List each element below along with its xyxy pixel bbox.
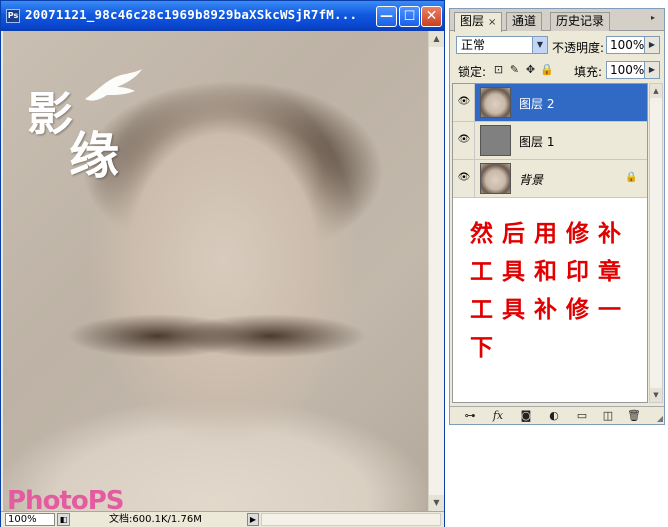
watermark-char: 影	[27, 87, 73, 141]
scroll-down-arrow-icon[interactable]: ▼	[650, 388, 662, 402]
fill-value: 100%	[610, 63, 645, 77]
photops-brand-text: PhotoPS	[7, 486, 124, 511]
blend-mode-select[interactable]: 正常 ▼	[456, 36, 548, 54]
photops-watermark: PhotoPS	[7, 486, 124, 511]
layer-row-layer1[interactable]: 👁 图层 1	[453, 122, 647, 160]
annotation-line: 工具补修一	[470, 296, 630, 323]
tab-history[interactable]: 历史记录	[550, 12, 611, 31]
close-button[interactable]: ✕	[421, 6, 442, 27]
fill-slider-arrow-icon[interactable]: ▶	[644, 62, 659, 78]
chevron-down-icon[interactable]: ▼	[532, 37, 547, 53]
navigator-icon[interactable]: ◧	[57, 513, 70, 526]
adjustment-icon[interactable]: ◐	[546, 409, 562, 423]
palette-menu-icon[interactable]: ▸	[646, 13, 660, 25]
group-folder-icon[interactable]: ▭	[574, 409, 590, 423]
lock-transparent-icon[interactable]: ⊡	[492, 63, 505, 76]
layer-row-layer2[interactable]: 👁 图层 2	[453, 84, 647, 122]
watermark-char: 缘	[69, 126, 119, 185]
tab-close-icon[interactable]: ×	[488, 17, 496, 28]
mask-icon[interactable]: ◙	[518, 409, 534, 423]
visibility-toggle[interactable]: 👁	[453, 160, 475, 197]
eye-icon[interactable]: 👁	[457, 172, 471, 184]
annotation-line: 工具和印章	[470, 258, 630, 285]
opacity-field[interactable]: 100% ▶	[606, 36, 660, 54]
layer-lock-icon: 🔒	[625, 172, 638, 183]
watermark-logo: 影 缘	[23, 69, 143, 201]
lock-all-icon[interactable]: 🔒	[540, 63, 554, 76]
fill-label: 填充:	[574, 65, 603, 79]
fx-icon[interactable]: fx	[490, 409, 506, 423]
horizontal-scrollbar[interactable]	[261, 513, 441, 526]
resize-grip-icon[interactable]: ◢	[657, 414, 663, 423]
new-layer-icon[interactable]: ◫	[600, 409, 616, 423]
lock-fill-row: 锁定: ⊡ ✎ ✥ 🔒 填充: 100% ▶	[450, 59, 664, 81]
lock-move-icon[interactable]: ✥	[524, 63, 537, 76]
layer-thumbnail	[480, 163, 511, 194]
visibility-toggle[interactable]: 👁	[453, 84, 475, 121]
layer-name[interactable]: 图层 1	[519, 133, 554, 150]
annotation-line: 下	[470, 334, 502, 361]
layers-scrollbar[interactable]: ▲ ▼	[649, 83, 663, 403]
image-canvas[interactable]: 影 缘 PhotoPS	[3, 31, 428, 511]
tab-channels[interactable]: 通道	[506, 12, 543, 31]
tab-layers[interactable]: 图层 ×	[454, 12, 503, 32]
opacity-slider-arrow-icon[interactable]: ▶	[644, 37, 659, 53]
blend-mode-value: 正常	[461, 38, 486, 52]
document-info-text: 文档:600.1K/1.76M	[109, 514, 202, 525]
layer-thumbnail	[480, 87, 511, 118]
fill-field[interactable]: 100% ▶	[606, 61, 660, 79]
blend-opacity-row: 正常 ▼ 不透明度: 100% ▶	[450, 33, 664, 57]
scroll-up-arrow-icon[interactable]: ▲	[429, 31, 444, 47]
eye-icon[interactable]: 👁	[457, 96, 471, 108]
photoshop-doc-icon[interactable]: Ps	[6, 9, 20, 23]
trash-icon[interactable]: 🗑	[626, 409, 642, 423]
palette-tabs: 图层 × 通道 历史记录 ▸	[450, 9, 664, 32]
eye-icon[interactable]: 👁	[457, 134, 471, 146]
dove-icon	[85, 69, 142, 101]
opacity-value: 100%	[610, 38, 645, 52]
visibility-toggle[interactable]: 👁	[453, 122, 475, 159]
tab-layers-label: 图层	[460, 14, 485, 28]
layer-name[interactable]: 背景	[519, 171, 543, 188]
document-title: 20071121_98c46c28c1969b8929baXSkcWSjR7fM…	[25, 7, 358, 22]
zoom-level-field[interactable]: 100%	[5, 513, 55, 526]
link-icon[interactable]: ⊶	[462, 409, 478, 423]
layer-row-background[interactable]: 👁 背景 🔒	[453, 160, 647, 198]
scroll-down-arrow-icon[interactable]: ▼	[429, 495, 444, 511]
document-title-bar[interactable]: Ps 20071121_98c46c28c1969b8929baXSkcWSjR…	[1, 1, 444, 31]
maximize-button[interactable]: ☐	[399, 6, 420, 27]
annotation-text: 然后用修补 工具和印章 工具补修一 下	[470, 215, 645, 367]
status-menu-arrow-icon[interactable]: ▶	[247, 513, 259, 526]
lock-label: 锁定:	[458, 65, 487, 79]
opacity-label: 不透明度:	[552, 41, 605, 55]
layer-name[interactable]: 图层 2	[519, 95, 554, 112]
document-window: Ps 20071121_98c46c28c1969b8929baXSkcWSjR…	[0, 0, 445, 527]
scroll-up-arrow-icon[interactable]: ▲	[650, 84, 662, 98]
minimize-button[interactable]: —	[376, 6, 397, 27]
layer-thumbnail	[480, 125, 511, 156]
layers-footer: ⊶ fx ◙ ◐ ▭ ◫ 🗑 ◢	[450, 406, 664, 424]
annotation-line: 然后用修补	[470, 220, 630, 247]
lock-brush-icon[interactable]: ✎	[508, 63, 521, 76]
vertical-scrollbar[interactable]: ▲ ▼	[428, 31, 444, 511]
status-bar: 100% ◧ 文档:600.1K/1.76M ▶	[1, 511, 444, 527]
